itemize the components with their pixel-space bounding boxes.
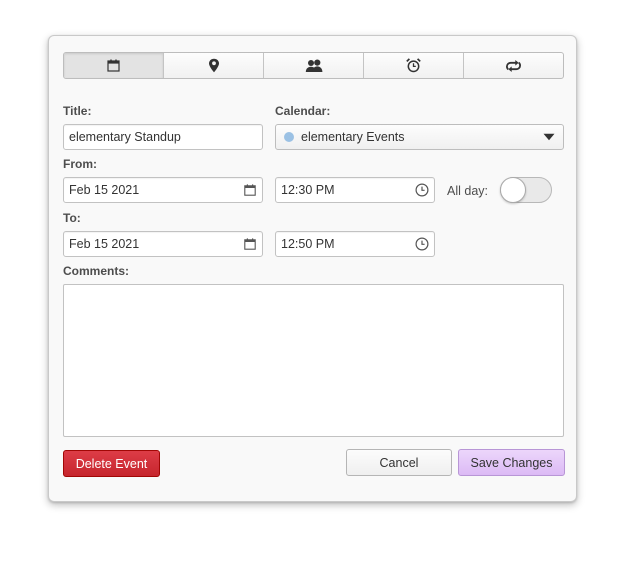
calendar-color-dot <box>284 132 294 142</box>
location-pin-icon <box>208 58 220 73</box>
from-date-value: Feb 15 2021 <box>69 183 140 197</box>
save-changes-button[interactable]: Save Changes <box>458 449 565 476</box>
clock-icon[interactable] <box>415 237 429 251</box>
tab-bar <box>63 52 564 79</box>
tab-repeat[interactable] <box>464 53 563 78</box>
edit-event-dialog: Title: elementary Standup Calendar: elem… <box>48 35 577 502</box>
calendar-label: Calendar: <box>275 104 331 118</box>
from-date-picker[interactable]: Feb 15 2021 <box>63 177 263 203</box>
tab-info[interactable] <box>64 53 164 78</box>
comments-label: Comments: <box>63 264 130 278</box>
tab-location[interactable] <box>164 53 264 78</box>
allday-switch[interactable] <box>500 177 552 203</box>
to-time-value: 12:50 PM <box>281 237 335 251</box>
chevron-down-icon <box>543 130 555 144</box>
delete-event-button[interactable]: Delete Event <box>63 450 160 477</box>
calendar-select[interactable]: elementary Events <box>275 124 564 150</box>
calendar-icon[interactable] <box>243 183 257 197</box>
calendar-icon <box>107 59 120 72</box>
tab-reminders[interactable] <box>364 53 464 78</box>
comments-textarea[interactable] <box>63 284 564 437</box>
calendar-select-value: elementary Events <box>301 130 405 144</box>
allday-label: All day: <box>447 184 488 198</box>
allday-switch-knob <box>500 177 526 203</box>
to-date-picker[interactable]: Feb 15 2021 <box>63 231 263 257</box>
to-label: To: <box>63 211 81 225</box>
title-input-value: elementary Standup <box>69 130 181 144</box>
to-time-picker[interactable]: 12:50 PM <box>275 231 435 257</box>
repeat-icon <box>505 59 522 73</box>
from-time-value: 12:30 PM <box>281 183 335 197</box>
alarm-clock-icon <box>406 58 421 73</box>
guests-icon <box>305 59 323 73</box>
to-date-value: Feb 15 2021 <box>69 237 140 251</box>
calendar-icon[interactable] <box>243 237 257 251</box>
title-label: Title: <box>63 104 92 118</box>
from-time-picker[interactable]: 12:30 PM <box>275 177 435 203</box>
cancel-button[interactable]: Cancel <box>346 449 452 476</box>
tab-guests[interactable] <box>264 53 364 78</box>
clock-icon[interactable] <box>415 183 429 197</box>
from-label: From: <box>63 157 97 171</box>
title-input[interactable]: elementary Standup <box>63 124 263 150</box>
